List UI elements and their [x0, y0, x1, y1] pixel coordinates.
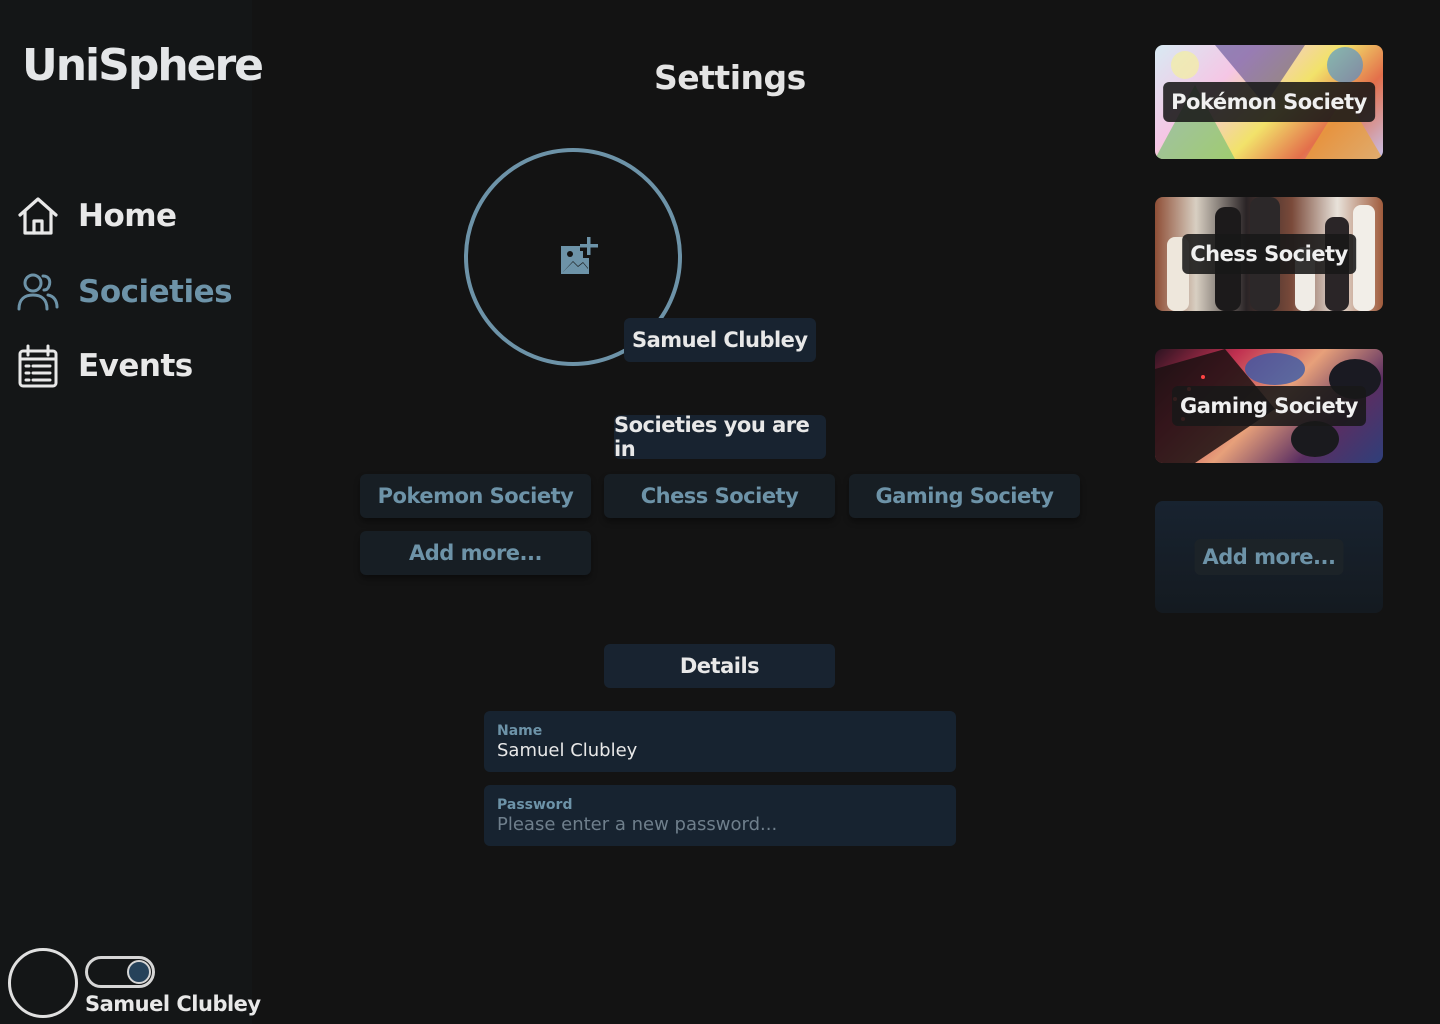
- society-button[interactable]: Pokemon Society: [360, 474, 591, 518]
- password-input[interactable]: [497, 814, 943, 835]
- nav-item-events[interactable]: Events: [16, 344, 193, 388]
- nav-item-label: Events: [78, 348, 193, 384]
- nav-item-home[interactable]: Home: [16, 194, 177, 238]
- toggle-knob: [127, 960, 151, 984]
- password-label: Password: [497, 797, 573, 813]
- card-label: Gaming Society: [1172, 386, 1366, 426]
- avatar[interactable]: [8, 948, 78, 1018]
- society-button[interactable]: Chess Society: [604, 474, 835, 518]
- details-section-title: Details: [604, 644, 835, 688]
- name-label: Name: [497, 723, 543, 739]
- password-field: Password: [484, 785, 956, 846]
- nav-item-label: Home: [78, 198, 177, 234]
- nav-item-label: Societies: [78, 274, 233, 310]
- app-logo[interactable]: UniSphere: [22, 40, 264, 91]
- profile-name: Samuel Clubley: [624, 318, 816, 362]
- nav-item-societies[interactable]: Societies: [16, 270, 233, 314]
- page-title: Settings: [654, 58, 806, 97]
- name-field: Name: [484, 711, 956, 772]
- home-icon: [16, 194, 60, 238]
- add-more-societies-button[interactable]: Add more...: [360, 531, 591, 575]
- society-card-pokemon[interactable]: Pokémon Society: [1155, 45, 1383, 159]
- society-button[interactable]: Gaming Society: [849, 474, 1080, 518]
- sidebar: UniSphere Home Societies Events Samuel C…: [0, 0, 264, 1024]
- add-more-label: Add more...: [1194, 539, 1344, 575]
- add-more-card[interactable]: Add more...: [1155, 501, 1383, 613]
- users-icon: [16, 270, 60, 314]
- theme-toggle[interactable]: [85, 956, 155, 988]
- card-label: Pokémon Society: [1163, 82, 1375, 122]
- societies-section-title: Societies you are in: [614, 413, 826, 461]
- card-label: Chess Society: [1182, 234, 1356, 274]
- calendar-icon: [16, 344, 60, 388]
- name-input[interactable]: [497, 740, 943, 761]
- society-card-gaming[interactable]: Gaming Society: [1155, 349, 1383, 463]
- add-photo-icon: [556, 234, 600, 278]
- user-name: Samuel Clubley: [85, 992, 261, 1016]
- society-card-chess[interactable]: Chess Society: [1155, 197, 1383, 311]
